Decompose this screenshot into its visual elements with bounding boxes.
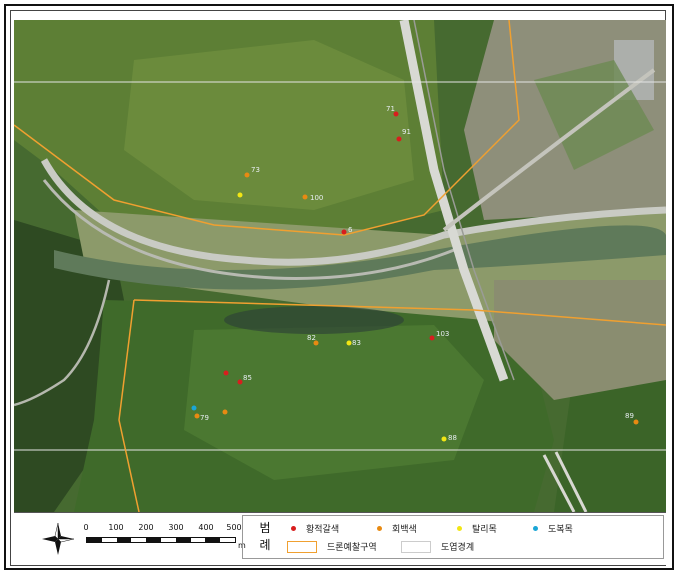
scale-tick: 500: [226, 523, 242, 532]
legend-item-grayish-white: 회백색: [377, 522, 417, 535]
legend-item-downed-tree: 도복목: [533, 522, 573, 535]
point-label: 79: [200, 414, 209, 422]
point-label: 85: [243, 374, 252, 382]
north-arrow-icon: [42, 522, 75, 555]
legend: 범 례 황적갈색 회백색 탈리목 도복목 드론예찰구역 도엽경계: [242, 515, 664, 559]
yellow-dot-icon: [457, 526, 462, 531]
aerial-map[interactable]: 71 91 73 100 6 82 83 103 85 79 88 89: [14, 20, 666, 512]
point-label: 88: [448, 434, 457, 442]
point-label: 71: [386, 105, 395, 113]
map-canvas: 71 91 73 100 6 82 83 103 85 79 88 89: [14, 20, 666, 512]
legend-item-survey-area: 드론예찰구역: [287, 540, 377, 553]
point-grayish-white[interactable]: [244, 172, 250, 178]
cyan-dot-icon: [533, 526, 538, 531]
legend-label: 탈리목: [472, 525, 497, 535]
reservoir: [224, 306, 404, 334]
red-dot-icon: [291, 526, 296, 531]
point-fallen-tree[interactable]: [346, 340, 352, 346]
point-label: 91: [402, 128, 411, 136]
scale-tick: 300: [168, 523, 184, 532]
point-label: 100: [310, 194, 323, 202]
point-label: 89: [625, 412, 634, 420]
point-grayish-white[interactable]: [302, 194, 308, 200]
scale-tick: 200: [138, 523, 154, 532]
legend-label: 황적갈색: [306, 525, 340, 535]
legend-item-fallen-tree: 탈리목: [457, 522, 497, 535]
point-label: 73: [251, 166, 260, 174]
legend-item-sheet-boundary: 도엽경계: [401, 540, 474, 553]
point-reddish-brown[interactable]: [396, 136, 402, 142]
orange-dot-icon: [377, 526, 382, 531]
sheet-boundary-swatch-icon: [401, 540, 431, 553]
point-grayish-white[interactable]: [194, 413, 200, 419]
scale-bar-graphic: [86, 537, 236, 543]
legend-label: 드론예찰구역: [327, 543, 377, 553]
point-downed-tree[interactable]: [191, 405, 197, 411]
point-label: 6: [348, 226, 353, 234]
point-reddish-brown[interactable]: [237, 379, 243, 385]
scale-ticks: 0 100 200 300 400 500: [83, 523, 246, 535]
point-reddish-brown[interactable]: [223, 370, 229, 376]
legend-bar: 0 100 200 300 400 500 m 범 례 황적갈색 회백색 탈리목: [14, 512, 666, 565]
scale-tick: 100: [108, 523, 124, 532]
scale-tick: 0: [83, 523, 89, 532]
point-grayish-white[interactable]: [222, 409, 228, 415]
scale-bar: 0 100 200 300 400 500 m: [83, 523, 246, 557]
point-fallen-tree[interactable]: [441, 436, 447, 442]
point-reddish-brown[interactable]: [341, 229, 347, 235]
legend-label: 도복목: [548, 525, 573, 535]
point-label: 82: [307, 334, 316, 342]
point-label: 83: [352, 339, 361, 347]
point-label: 103: [436, 330, 449, 338]
legend-item-reddish-brown: 황적갈색: [291, 522, 339, 535]
point-fallen-tree[interactable]: [237, 192, 243, 198]
legend-title-line: 범: [259, 521, 271, 535]
point-grayish-white[interactable]: [633, 419, 639, 425]
legend-title-line: 례: [259, 538, 271, 552]
point-reddish-brown[interactable]: [429, 335, 435, 341]
legend-label: 회백색: [392, 525, 417, 535]
legend-label: 도엽경계: [441, 543, 475, 553]
survey-area-swatch-icon: [287, 540, 317, 553]
legend-title: 범 례: [257, 520, 273, 554]
scale-tick: 400: [198, 523, 214, 532]
